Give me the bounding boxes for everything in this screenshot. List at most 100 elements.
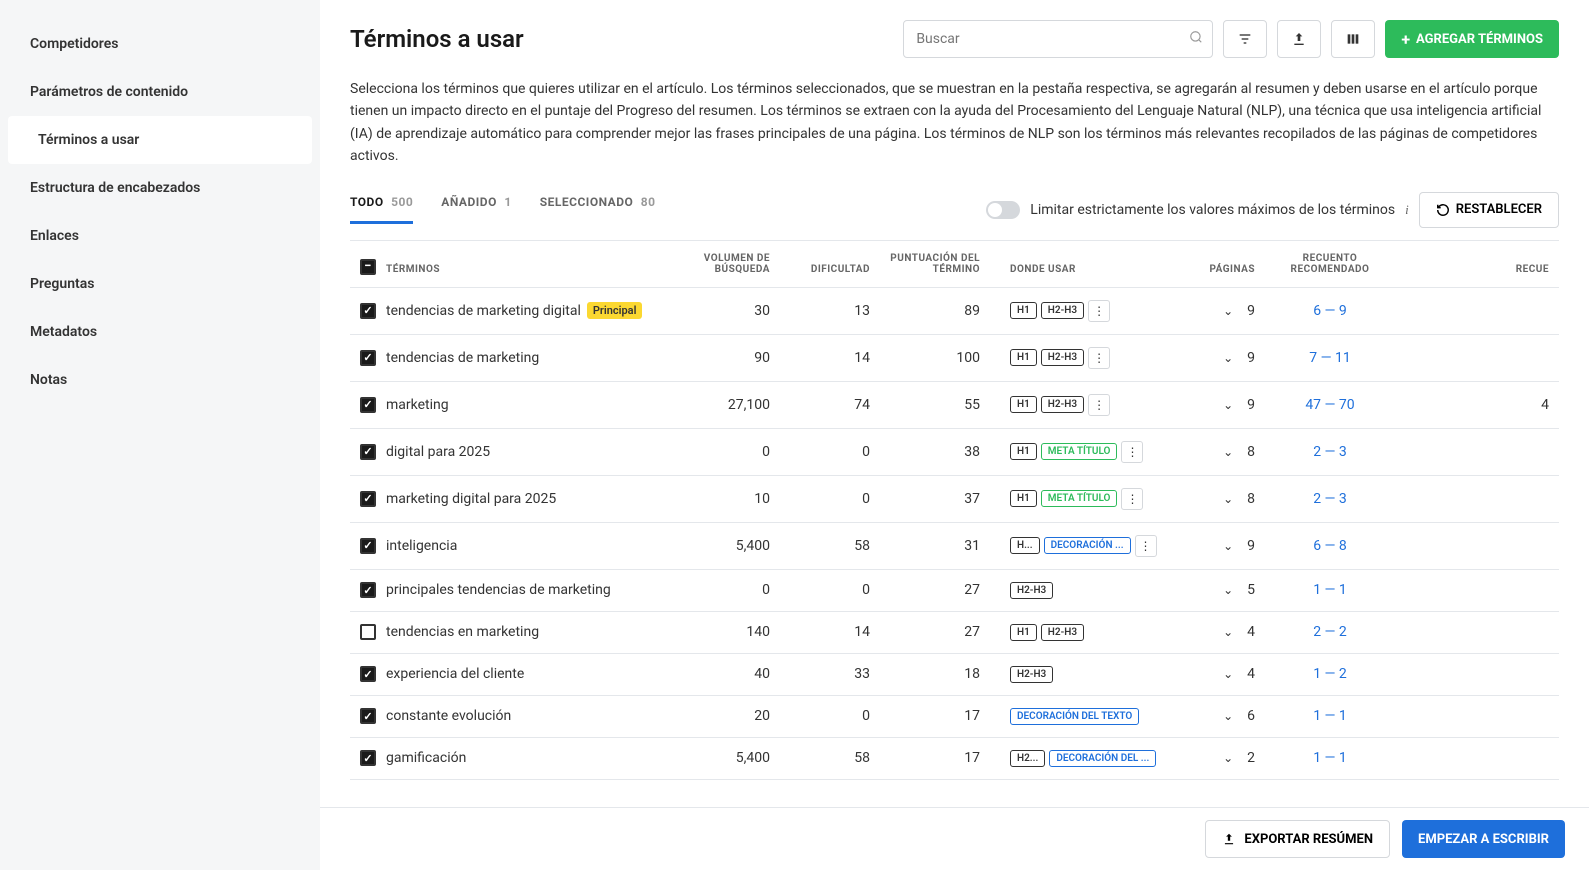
where-cell: H1H2-H3⋮ (990, 335, 1175, 381)
chevron-down-icon[interactable]: ⌄ (1223, 583, 1233, 597)
page-title: Términos a usar (350, 25, 524, 53)
export-button[interactable]: EXPORTAR RESÚMEN (1205, 820, 1390, 858)
sidebar-item[interactable]: Términos a usar (8, 116, 312, 164)
main-content: Términos a usar + AGREGAR TÉRMINOS Selec… (320, 0, 1589, 870)
more-tags-button[interactable]: ⋮ (1088, 347, 1110, 369)
usage-tag: H1 (1010, 349, 1037, 366)
row-checkbox[interactable] (360, 491, 376, 507)
chevron-down-icon[interactable]: ⌄ (1223, 667, 1233, 681)
pages-cell: ⌄5 (1175, 570, 1265, 611)
difficulty-cell: 58 (780, 738, 880, 779)
row-checkbox[interactable] (360, 303, 376, 319)
chevron-down-icon[interactable]: ⌄ (1223, 625, 1233, 639)
difficulty-cell: 74 (780, 382, 880, 428)
where-cell: H1META TÍTULO⋮ (990, 429, 1175, 475)
start-writing-button[interactable]: EMPEZAR A ESCRIBIR (1402, 820, 1565, 858)
term-text: marketing digital para 2025 (386, 491, 556, 507)
search-icon (1189, 30, 1203, 48)
sidebar-item[interactable]: Preguntas (0, 260, 320, 308)
sidebar-item[interactable]: Metadatos (0, 308, 320, 356)
table-row: experiencia del cliente403318H2-H3⌄41 — … (350, 654, 1559, 696)
more-tags-button[interactable]: ⋮ (1121, 441, 1143, 463)
usage-tag: H2-H3 (1010, 666, 1053, 683)
term-text: constante evolución (386, 708, 511, 724)
difficulty-cell: 0 (780, 429, 880, 475)
table-row: digital para 20250038H1META TÍTULO⋮⌄82 —… (350, 429, 1559, 476)
term-text: tendencias en marketing (386, 624, 539, 640)
score-cell: 89 (880, 288, 990, 334)
pages-cell: ⌄9 (1175, 523, 1265, 569)
chevron-down-icon[interactable]: ⌄ (1223, 445, 1233, 459)
chevron-down-icon[interactable]: ⌄ (1223, 492, 1233, 506)
sidebar-item[interactable]: Notas (0, 356, 320, 404)
upload-button[interactable] (1277, 20, 1321, 58)
row-checkbox[interactable] (360, 624, 376, 640)
chevron-down-icon[interactable]: ⌄ (1223, 709, 1233, 723)
row-checkbox[interactable] (360, 350, 376, 366)
chevron-down-icon[interactable]: ⌄ (1223, 398, 1233, 412)
sidebar-item[interactable]: Estructura de encabezados (0, 164, 320, 212)
score-cell: 18 (880, 654, 990, 695)
sidebar-item[interactable]: Enlaces (0, 212, 320, 260)
more-tags-button[interactable]: ⋮ (1121, 488, 1143, 510)
difficulty-cell: 58 (780, 523, 880, 569)
chevron-down-icon[interactable]: ⌄ (1223, 351, 1233, 365)
row-checkbox[interactable] (360, 750, 376, 766)
usage-tag: H1 (1010, 443, 1037, 460)
usage-tag: H... (1010, 537, 1040, 554)
extra-cell (1395, 696, 1559, 737)
extra-cell (1395, 476, 1559, 522)
chevron-down-icon[interactable]: ⌄ (1223, 304, 1233, 318)
reset-button[interactable]: RESTABLECER (1419, 192, 1559, 228)
chevron-down-icon[interactable]: ⌄ (1223, 751, 1233, 765)
sidebar-item[interactable]: Competidores (0, 20, 320, 68)
more-tags-button[interactable]: ⋮ (1088, 394, 1110, 416)
row-checkbox[interactable] (360, 666, 376, 682)
table-row: tendencias en marketing1401427H1H2-H3⌄42… (350, 612, 1559, 654)
row-checkbox[interactable] (360, 582, 376, 598)
sidebar-item[interactable]: Parámetros de contenido (0, 68, 320, 116)
usage-tag: H2-H3 (1041, 302, 1084, 319)
score-cell: 100 (880, 335, 990, 381)
row-checkbox[interactable] (360, 538, 376, 554)
tab[interactable]: AÑADIDO 1 (441, 195, 511, 224)
term-text: tendencias de marketing (386, 350, 539, 366)
row-checkbox[interactable] (360, 444, 376, 460)
usage-tag: H2... (1010, 750, 1045, 767)
limit-toggle[interactable] (986, 201, 1020, 219)
bottom-bar: EXPORTAR RESÚMEN EMPEZAR A ESCRIBIR (320, 807, 1589, 870)
where-cell: H...DECORACIÓN ...⋮ (990, 523, 1175, 569)
row-checkbox[interactable] (360, 397, 376, 413)
info-icon[interactable]: i (1405, 202, 1409, 218)
select-all-checkbox[interactable] (360, 259, 376, 275)
add-terms-button[interactable]: + AGREGAR TÉRMINOS (1385, 20, 1559, 58)
volume-cell: 90 (670, 335, 780, 381)
columns-button[interactable] (1331, 20, 1375, 58)
tab[interactable]: SELECCIONADO 80 (540, 195, 656, 224)
score-cell: 37 (880, 476, 990, 522)
extra-cell (1395, 738, 1559, 779)
more-tags-button[interactable]: ⋮ (1135, 535, 1157, 557)
recommended-cell: 1 — 1 (1265, 696, 1395, 737)
recommended-cell: 6 — 8 (1265, 523, 1395, 569)
usage-tag: DECORACIÓN ... (1044, 537, 1131, 554)
volume-cell: 5,400 (670, 523, 780, 569)
recommended-cell: 1 — 1 (1265, 570, 1395, 611)
chevron-down-icon[interactable]: ⌄ (1223, 539, 1233, 553)
where-cell: H2...DECORACIÓN DEL ... (990, 738, 1175, 779)
recommended-cell: 7 — 11 (1265, 335, 1395, 381)
table-row: tendencias de marketing9014100H1H2-H3⋮⌄9… (350, 335, 1559, 382)
difficulty-cell: 33 (780, 654, 880, 695)
pages-cell: ⌄9 (1175, 382, 1265, 428)
more-tags-button[interactable]: ⋮ (1088, 300, 1110, 322)
filter-button[interactable] (1223, 20, 1267, 58)
volume-cell: 40 (670, 654, 780, 695)
row-checkbox[interactable] (360, 708, 376, 724)
pages-cell: ⌄8 (1175, 476, 1265, 522)
extra-cell (1395, 335, 1559, 381)
pages-cell: ⌄6 (1175, 696, 1265, 737)
extra-cell (1395, 612, 1559, 653)
search-input[interactable] (903, 20, 1213, 58)
score-cell: 17 (880, 738, 990, 779)
tab[interactable]: TODO 500 (350, 195, 413, 224)
